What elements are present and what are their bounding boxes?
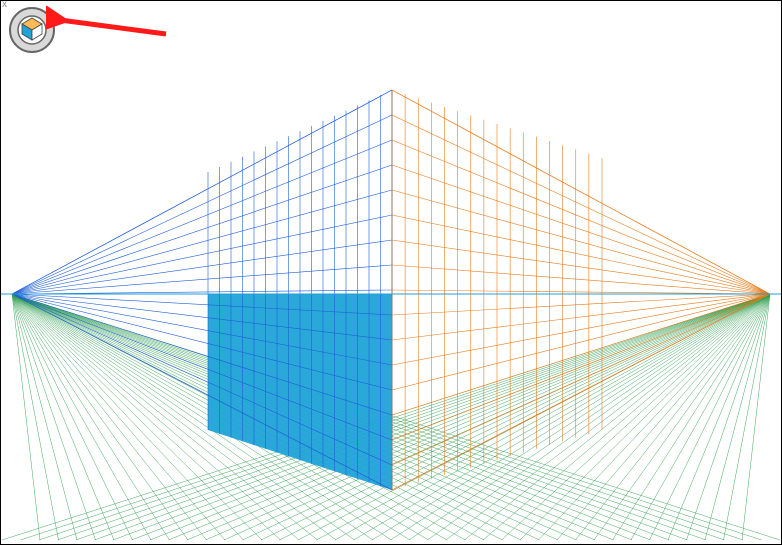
widget-close-icon[interactable]: x bbox=[2, 0, 7, 10]
plane-widget-svg bbox=[6, 4, 58, 56]
perspective-plane-widget[interactable] bbox=[6, 4, 58, 56]
perspective-scene bbox=[0, 0, 782, 545]
